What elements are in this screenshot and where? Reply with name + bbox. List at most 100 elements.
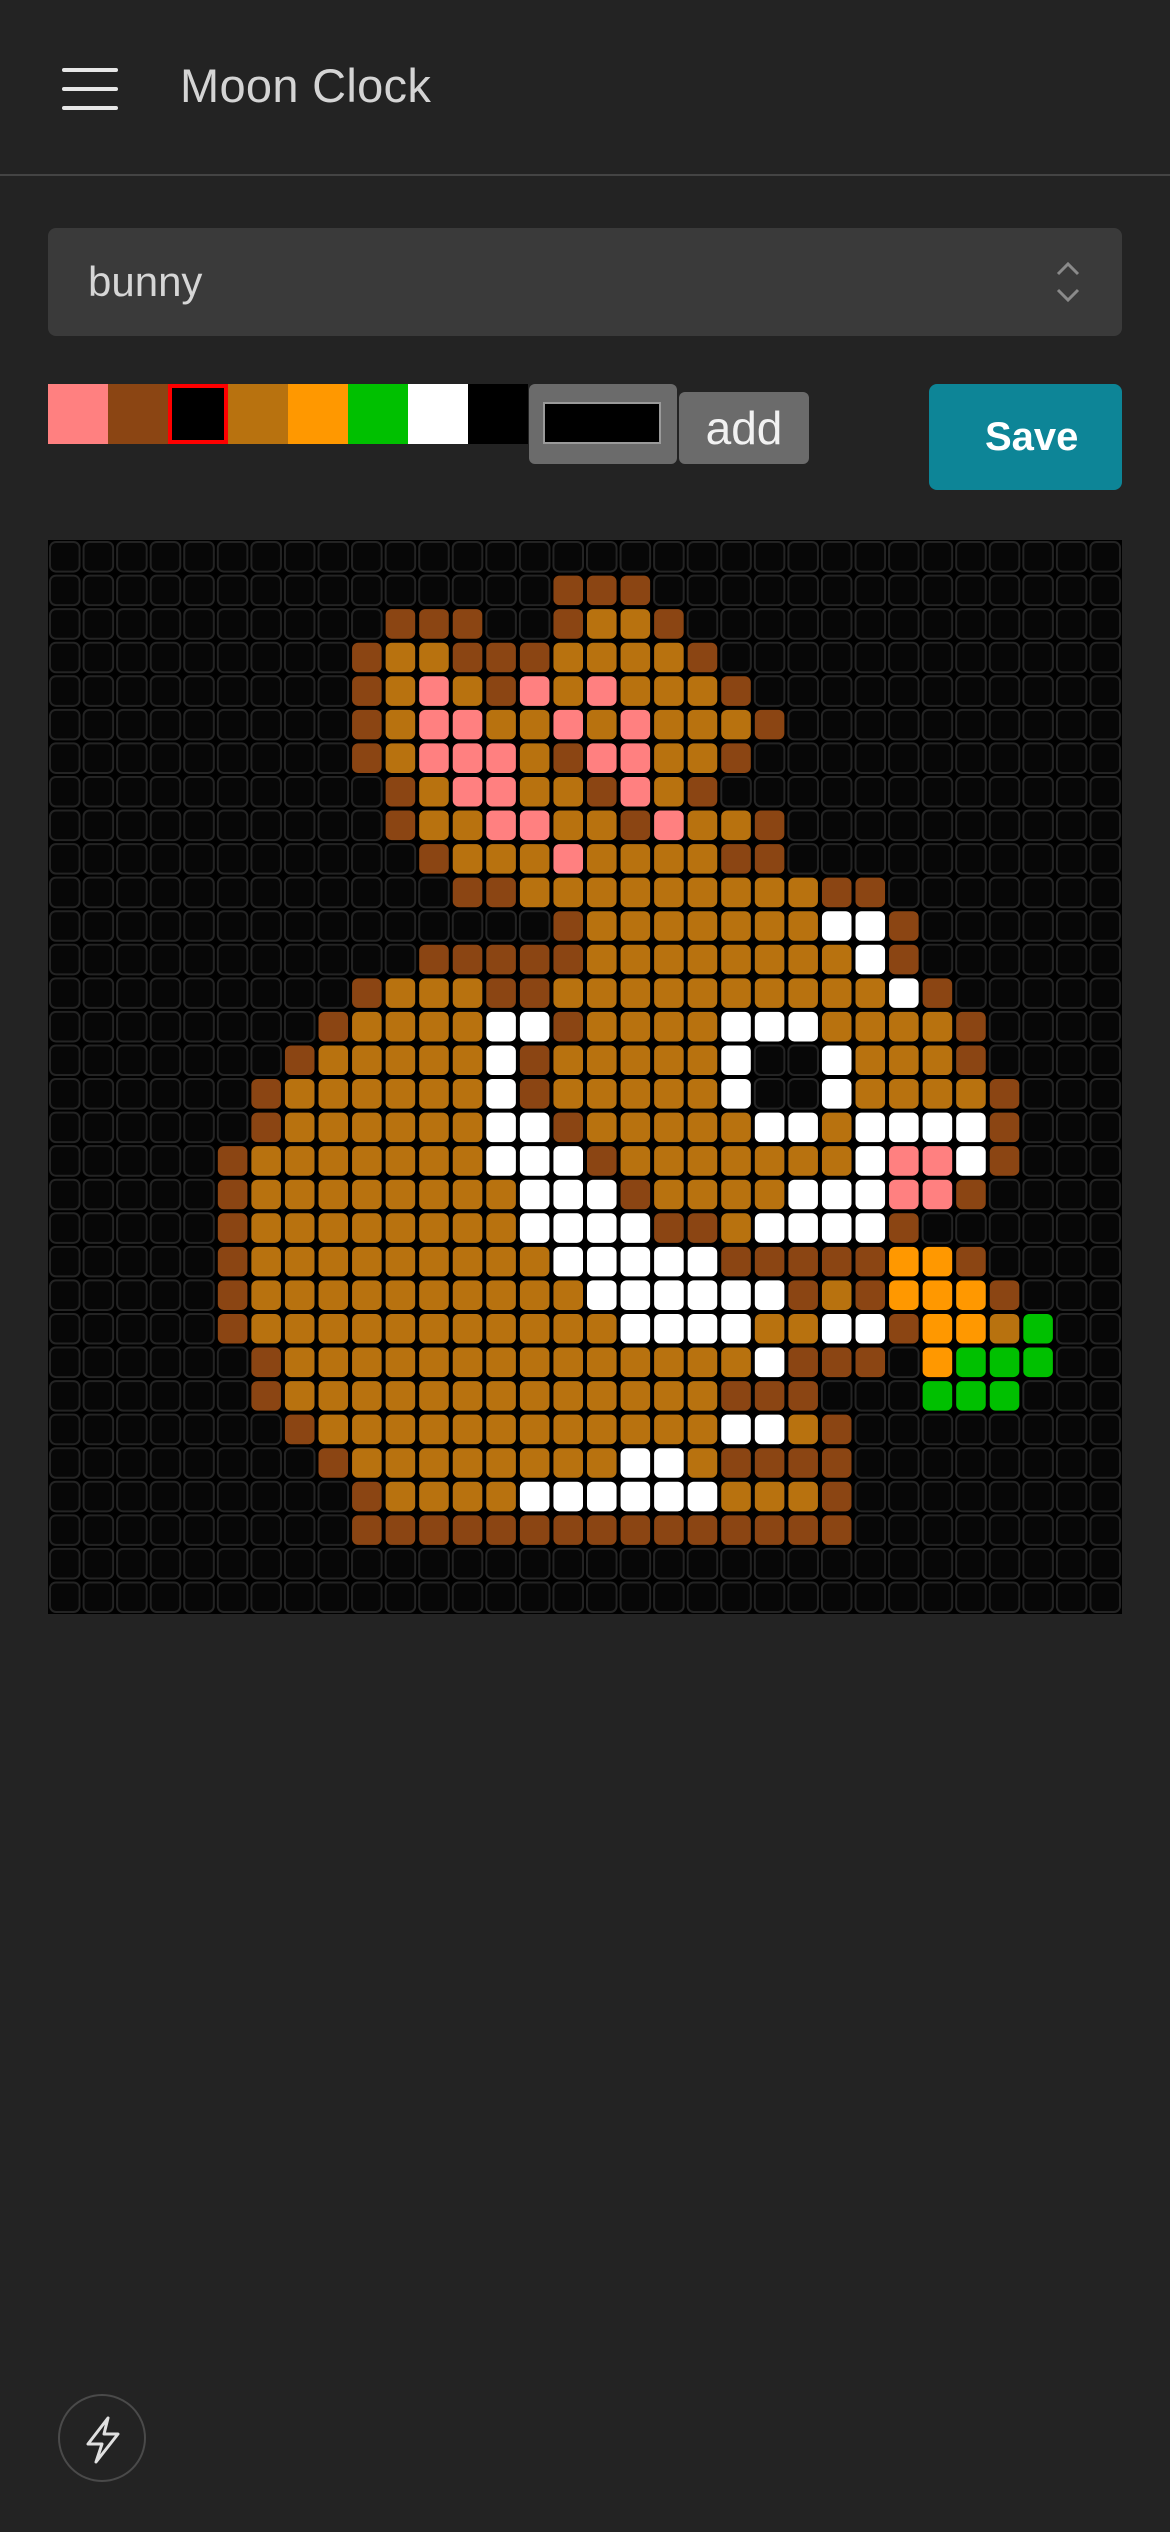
pixel-cell[interactable]: [587, 1246, 617, 1277]
pixel-cell[interactable]: [352, 1213, 382, 1243]
pixel-cell[interactable]: [721, 1515, 751, 1545]
pixel-cell-empty[interactable]: [1022, 1480, 1054, 1513]
pixel-cell[interactable]: [687, 709, 718, 740]
pixel-cell-empty[interactable]: [351, 843, 383, 875]
pixel-cell-empty[interactable]: [49, 1044, 81, 1076]
pixel-cell[interactable]: [486, 1381, 516, 1411]
pixel-cell[interactable]: [419, 844, 449, 874]
pixel-cell[interactable]: [620, 1246, 651, 1277]
pixel-cell-empty[interactable]: [82, 1480, 115, 1513]
pixel-cell[interactable]: [687, 642, 718, 673]
pixel-cell-empty[interactable]: [854, 1413, 887, 1446]
pixel-cell-empty[interactable]: [116, 708, 148, 741]
pixel-cell[interactable]: [721, 676, 751, 706]
pixel-cell-empty[interactable]: [317, 675, 350, 707]
pixel-cell-empty[interactable]: [183, 675, 215, 707]
pixel-cell-empty[interactable]: [149, 1044, 182, 1076]
pixel-cell-empty[interactable]: [250, 1581, 282, 1613]
pixel-cell-empty[interactable]: [888, 775, 920, 808]
pixel-cell-empty[interactable]: [183, 1581, 215, 1613]
pixel-cell-empty[interactable]: [888, 541, 920, 573]
pixel-cell-empty[interactable]: [116, 1212, 148, 1244]
pixel-cell[interactable]: [788, 978, 818, 1008]
pixel-cell-empty[interactable]: [1055, 1245, 1088, 1278]
pixel-cell[interactable]: [821, 1079, 852, 1109]
pixel-cell-empty[interactable]: [1022, 675, 1054, 707]
pixel-cell[interactable]: [788, 877, 818, 908]
pixel-cell-empty[interactable]: [854, 809, 887, 842]
pixel-cell-empty[interactable]: [921, 910, 954, 942]
pixel-cell[interactable]: [587, 844, 617, 874]
pixel-cell[interactable]: [352, 1146, 382, 1176]
pixel-cell-empty[interactable]: [82, 1380, 115, 1412]
pixel-cell-empty[interactable]: [82, 1581, 115, 1613]
pixel-cell-empty[interactable]: [1089, 608, 1121, 640]
pixel-cell[interactable]: [855, 1347, 886, 1378]
pixel-cell-empty[interactable]: [485, 1581, 517, 1613]
pixel-cell[interactable]: [284, 1045, 315, 1075]
pixel-cell[interactable]: [721, 1146, 751, 1176]
pixel-cell-empty[interactable]: [820, 809, 853, 842]
pixel-cell-empty[interactable]: [183, 1480, 215, 1513]
pixel-cell-empty[interactable]: [753, 675, 786, 707]
pixel-cell[interactable]: [419, 1448, 449, 1478]
pixel-cell-empty[interactable]: [418, 541, 450, 573]
pixel-cell[interactable]: [821, 1213, 852, 1243]
pixel-cell[interactable]: [486, 844, 516, 874]
pixel-cell-empty[interactable]: [1022, 809, 1054, 842]
pixel-cell-empty[interactable]: [116, 943, 148, 976]
pixel-cell[interactable]: [788, 1414, 818, 1445]
pixel-cell-empty[interactable]: [1089, 910, 1121, 942]
pixel-cell-empty[interactable]: [1022, 843, 1054, 875]
pixel-cell[interactable]: [654, 1515, 684, 1545]
pixel-cell-empty[interactable]: [1055, 977, 1088, 1009]
pixel-cell[interactable]: [788, 1347, 818, 1378]
pixel-cell[interactable]: [687, 1414, 718, 1445]
pixel-cell[interactable]: [587, 1213, 617, 1243]
pixel-cell[interactable]: [821, 1280, 852, 1310]
pixel-cell[interactable]: [654, 609, 684, 639]
pixel-cell[interactable]: [654, 810, 684, 841]
pixel-cell[interactable]: [553, 1448, 583, 1478]
pixel-cell-empty[interactable]: [1089, 708, 1121, 741]
pixel-cell-empty[interactable]: [216, 742, 249, 774]
pixel-cell-empty[interactable]: [1022, 1581, 1054, 1613]
pixel-cell[interactable]: [1023, 1347, 1053, 1378]
pixel-cell-empty[interactable]: [49, 608, 81, 640]
pixel-cell-empty[interactable]: [451, 1547, 484, 1580]
pixel-cell[interactable]: [486, 1213, 516, 1243]
pixel-cell[interactable]: [352, 1246, 382, 1277]
pixel-cell-empty[interactable]: [49, 1178, 81, 1211]
pixel-cell[interactable]: [587, 743, 617, 773]
pixel-cell-empty[interactable]: [1089, 541, 1121, 573]
pixel-cell-empty[interactable]: [955, 1581, 987, 1613]
pixel-cell-empty[interactable]: [116, 574, 148, 607]
pixel-cell-empty[interactable]: [586, 1581, 618, 1613]
pixel-cell-empty[interactable]: [183, 608, 215, 640]
pixel-cell-empty[interactable]: [250, 910, 282, 942]
pixel-cell[interactable]: [821, 1347, 852, 1378]
pixel-cell-empty[interactable]: [1055, 641, 1088, 674]
pixel-cell[interactable]: [251, 1112, 281, 1143]
pixel-cell-empty[interactable]: [317, 809, 350, 842]
pixel-cell[interactable]: [318, 1414, 349, 1445]
pixel-cell-empty[interactable]: [1055, 742, 1088, 774]
pixel-cell-empty[interactable]: [116, 1480, 148, 1513]
pixel-cell[interactable]: [687, 1448, 718, 1478]
pixel-cell[interactable]: [452, 1112, 483, 1143]
pixel-cell[interactable]: [452, 1448, 483, 1478]
pixel-cell[interactable]: [486, 776, 516, 807]
pixel-cell-empty[interactable]: [1055, 809, 1088, 842]
pixel-cell[interactable]: [788, 1213, 818, 1243]
pixel-cell-empty[interactable]: [49, 1380, 81, 1412]
pixel-cell-empty[interactable]: [49, 809, 81, 842]
pixel-cell-empty[interactable]: [250, 708, 282, 741]
pixel-cell-empty[interactable]: [82, 910, 115, 942]
pixel-cell[interactable]: [620, 810, 651, 841]
pixel-cell-empty[interactable]: [49, 1245, 81, 1278]
pixel-cell[interactable]: [419, 1414, 449, 1445]
pixel-cell[interactable]: [553, 1280, 583, 1310]
pixel-cell-empty[interactable]: [921, 876, 954, 909]
pixel-cell-empty[interactable]: [955, 943, 987, 976]
pixel-cell[interactable]: [452, 1515, 483, 1545]
